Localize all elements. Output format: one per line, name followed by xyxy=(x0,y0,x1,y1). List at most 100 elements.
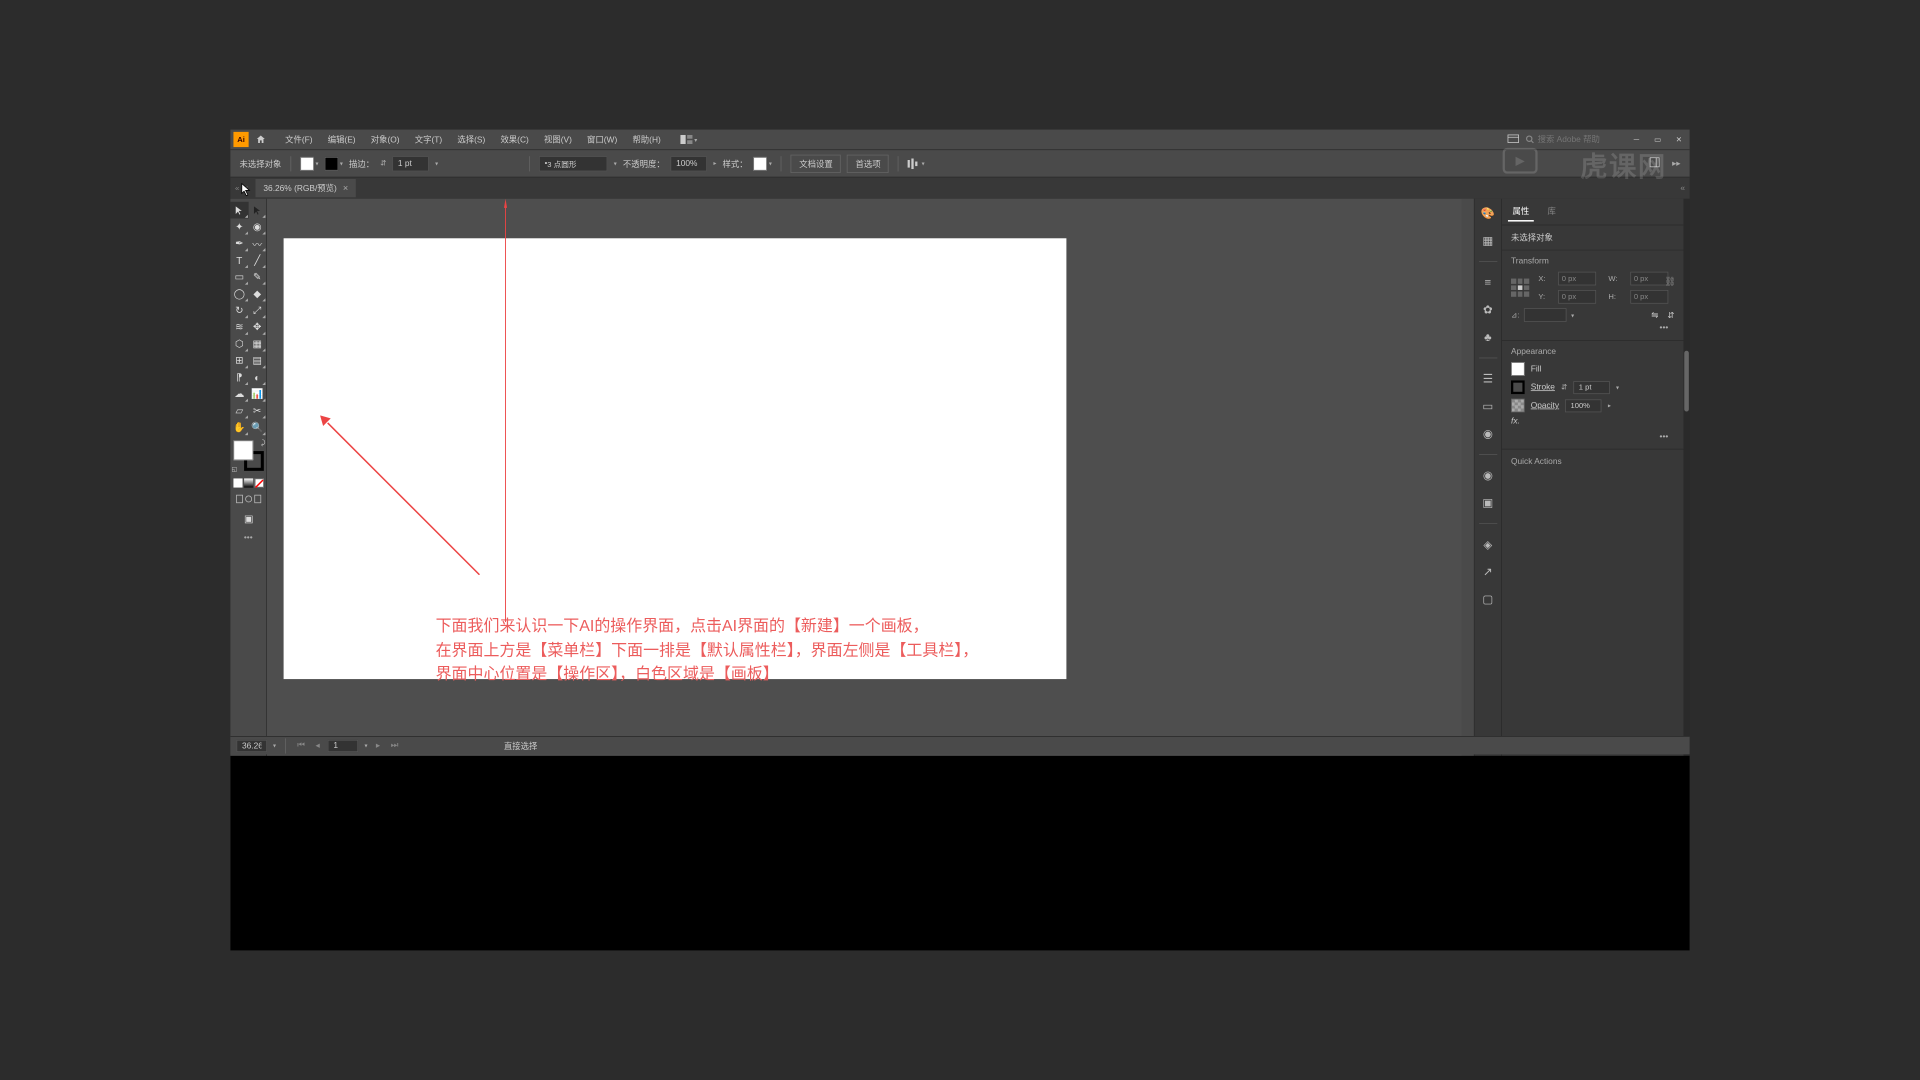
graphic-styles-panel-icon[interactable]: ▣ xyxy=(1479,494,1496,511)
default-fill-stroke-icon[interactable]: ◱ xyxy=(232,466,238,473)
pathfinder-panel-icon[interactable]: ◉ xyxy=(1479,425,1496,442)
tab-overflow-icon[interactable]: « xyxy=(1680,184,1685,193)
width-tool[interactable]: ≋ xyxy=(230,319,248,336)
page-input[interactable] xyxy=(328,740,358,752)
color-mode-icon[interactable] xyxy=(233,478,242,487)
swap-fill-stroke-icon[interactable]: ⤸ xyxy=(261,439,265,447)
rectangle-tool[interactable]: ▭ xyxy=(230,269,248,286)
menu-help[interactable]: 帮助(H) xyxy=(625,130,669,150)
workspace-icon[interactable] xyxy=(1507,134,1519,145)
lasso-tool[interactable]: ◉ xyxy=(248,219,266,236)
stroke-swatch[interactable] xyxy=(1511,380,1525,394)
toolbar-more-icon[interactable]: ••• xyxy=(230,533,266,542)
menu-edit[interactable]: 编辑(E) xyxy=(320,130,363,150)
artboards-panel-icon[interactable]: ▢ xyxy=(1479,591,1496,608)
menu-view[interactable]: 视图(V) xyxy=(536,130,579,150)
angle-input[interactable] xyxy=(1524,308,1567,322)
shaper-tool[interactable]: ◯ xyxy=(230,285,248,302)
menu-select[interactable]: 选择(S) xyxy=(450,130,493,150)
transform-panel-icon[interactable]: ▭ xyxy=(1479,398,1496,415)
reference-point[interactable] xyxy=(1511,279,1529,297)
slice-tool[interactable]: ✂ xyxy=(248,402,266,419)
menu-type[interactable]: 文字(T) xyxy=(407,130,450,150)
layers-panel-icon[interactable]: ◈ xyxy=(1479,536,1496,553)
next-page-icon[interactable]: ▸ xyxy=(374,741,383,751)
link-wh-icon[interactable]: ⛓ xyxy=(1664,276,1676,287)
menu-file[interactable]: 文件(F) xyxy=(278,130,321,150)
fill-swatch[interactable] xyxy=(1511,362,1525,376)
prev-page-icon[interactable]: ◂ xyxy=(313,741,322,751)
perspective-tool[interactable]: ▦ xyxy=(248,336,266,353)
magic-wand-tool[interactable]: ✦ xyxy=(230,219,248,236)
y-input[interactable] xyxy=(1558,290,1596,304)
more-options-icon[interactable]: ••• xyxy=(1511,322,1674,334)
style-swatch[interactable]: ▾ xyxy=(754,157,772,171)
rotate-tool[interactable]: ↻ xyxy=(230,302,248,319)
stroke-swatch[interactable]: ▾ xyxy=(325,157,343,171)
artboard-tool[interactable]: ▱ xyxy=(230,402,248,419)
free-transform-tool[interactable]: ✥ xyxy=(248,319,266,336)
stroke-weight-input[interactable] xyxy=(1573,381,1609,394)
more-options-icon[interactable]: ••• xyxy=(1511,431,1674,443)
align-icon[interactable]: ▾ xyxy=(908,158,925,169)
fx-label[interactable]: fx. xyxy=(1511,417,1520,426)
search-box[interactable] xyxy=(1525,135,1621,144)
shape-builder-tool[interactable]: ⬡ xyxy=(230,336,248,353)
gradient-tool[interactable]: ▤ xyxy=(248,352,266,369)
color-panel-icon[interactable]: 🎨 xyxy=(1479,205,1496,222)
stroke-stepper-icon[interactable]: ⇵ xyxy=(380,159,386,167)
scale-tool[interactable]: ⤢ xyxy=(248,302,266,319)
close-button[interactable]: ✕ xyxy=(1671,134,1686,145)
fill-color[interactable] xyxy=(233,440,253,460)
minimize-button[interactable]: ─ xyxy=(1629,134,1644,145)
draw-mode-icons[interactable] xyxy=(235,494,262,505)
preferences-button[interactable]: 首选项 xyxy=(847,154,889,172)
stroke-panel-icon[interactable]: ≡ xyxy=(1479,274,1496,291)
tab-libraries[interactable]: 库 xyxy=(1543,202,1560,222)
swatches-panel-icon[interactable]: ▦ xyxy=(1479,232,1496,249)
h-input[interactable] xyxy=(1630,290,1668,304)
home-icon[interactable] xyxy=(253,132,268,147)
panel-toggle-icon[interactable] xyxy=(1649,157,1660,170)
brush-tool[interactable]: ✎ xyxy=(248,269,266,286)
document-tab[interactable]: 36.26% (RGB/预览) × xyxy=(256,179,356,197)
brushes-panel-icon[interactable]: ✿ xyxy=(1479,301,1496,318)
opacity-input[interactable] xyxy=(1565,399,1601,412)
first-page-icon[interactable]: ⏮ xyxy=(295,741,307,751)
chevron-down-icon[interactable]: ▾ xyxy=(614,160,617,167)
none-mode-icon[interactable] xyxy=(254,478,263,487)
asset-export-panel-icon[interactable]: ↗ xyxy=(1479,564,1496,581)
eraser-tool[interactable]: ◆ xyxy=(248,285,266,302)
symbol-tool[interactable]: ☁ xyxy=(230,386,248,403)
menu-window[interactable]: 窗口(W) xyxy=(579,130,624,150)
collapse-panels-icon[interactable]: ▸▸ xyxy=(1672,158,1680,168)
flip-h-icon[interactable]: ⇋ xyxy=(1651,310,1658,320)
mesh-tool[interactable]: ⊞ xyxy=(230,352,248,369)
type-tool[interactable]: T xyxy=(230,252,248,269)
eyedropper-tool[interactable]: ⁋ xyxy=(230,369,248,386)
screen-mode-tool[interactable]: ▣ xyxy=(230,510,266,527)
w-input[interactable] xyxy=(1630,272,1668,286)
search-input[interactable] xyxy=(1538,135,1622,144)
arrange-docs-icon[interactable]: ▾ xyxy=(681,135,698,144)
tab-prev-icon[interactable]: « xyxy=(235,184,239,192)
last-page-icon[interactable]: ⏭ xyxy=(388,741,400,751)
fill-swatch[interactable]: ▾ xyxy=(300,157,318,171)
opacity-swatch[interactable] xyxy=(1511,399,1525,413)
chevron-down-icon[interactable]: ▾ xyxy=(435,160,438,167)
zoom-input[interactable] xyxy=(236,740,266,752)
line-tool[interactable]: ╱ xyxy=(248,252,266,269)
doc-setup-button[interactable]: 文档设置 xyxy=(791,154,841,172)
chevron-right-icon[interactable]: ▾ xyxy=(711,162,718,165)
brush-preset[interactable]: • 3 点圆形 xyxy=(539,156,607,171)
tab-properties[interactable]: 属性 xyxy=(1508,202,1534,222)
maximize-button[interactable]: ▭ xyxy=(1650,134,1665,145)
direct-selection-tool[interactable] xyxy=(248,202,266,219)
align-panel-icon[interactable]: ☰ xyxy=(1479,371,1496,388)
pen-tool[interactable]: ✒ xyxy=(230,235,248,252)
symbols-panel-icon[interactable]: ♣ xyxy=(1479,329,1496,346)
graph-tool[interactable]: 📊 xyxy=(248,386,266,403)
x-input[interactable] xyxy=(1558,272,1596,286)
curvature-tool[interactable]: 〰 xyxy=(248,235,266,252)
flip-v-icon[interactable]: ⇵ xyxy=(1667,310,1674,320)
